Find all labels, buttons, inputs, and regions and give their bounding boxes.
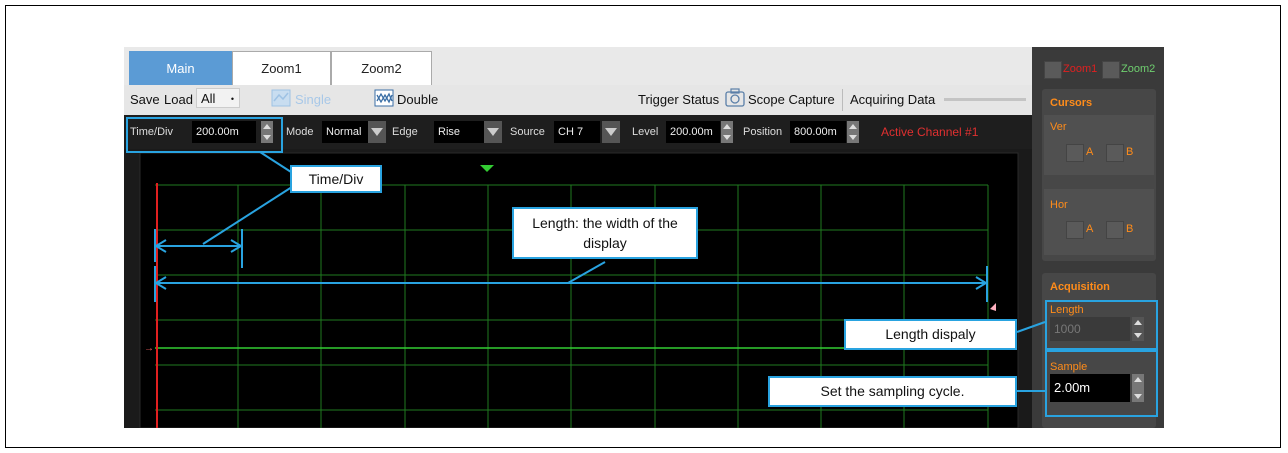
single-button[interactable]: Single bbox=[295, 92, 331, 107]
toolbar: Save Load All • Single Double Trigger St… bbox=[124, 85, 1034, 116]
level-spinner[interactable] bbox=[721, 121, 733, 143]
scope-capture-button[interactable]: Scope Capture bbox=[748, 92, 835, 107]
callout-length-display: Length dispaly bbox=[844, 319, 1017, 350]
acquisition-progress-bar bbox=[944, 98, 1026, 101]
acquiring-data-label: Acquiring Data bbox=[850, 92, 936, 107]
sample-highlight bbox=[1045, 350, 1158, 417]
source-dropdown-icon[interactable] bbox=[602, 121, 620, 143]
level-label: Level bbox=[632, 126, 659, 138]
position-label: Position bbox=[743, 126, 783, 138]
tab-main[interactable]: Main bbox=[129, 51, 232, 85]
ver-label: Ver bbox=[1050, 121, 1067, 133]
ver-b-checkbox[interactable] bbox=[1106, 144, 1124, 162]
tab-bar: Main Zoom1 Zoom2 bbox=[124, 47, 1164, 85]
mode-select[interactable]: Normal bbox=[322, 121, 368, 143]
load-button[interactable]: Load bbox=[164, 92, 193, 107]
single-mode-icon bbox=[271, 89, 291, 110]
mode-label: Mode bbox=[286, 126, 314, 138]
hor-label: Hor bbox=[1050, 199, 1068, 211]
hor-a-checkbox[interactable] bbox=[1066, 221, 1084, 239]
source-select[interactable]: CH 7 bbox=[554, 121, 600, 143]
cursors-group: Cursors Ver A B Hor A B bbox=[1042, 89, 1156, 261]
mode-dropdown-icon[interactable] bbox=[368, 121, 386, 143]
zoom2-checkbox[interactable] bbox=[1102, 61, 1120, 79]
zoom1-checkbox[interactable] bbox=[1044, 61, 1062, 79]
position-spinner[interactable] bbox=[847, 121, 859, 143]
time-div-highlight bbox=[126, 117, 283, 153]
load-select[interactable]: All • bbox=[196, 88, 240, 108]
zoom1-label: Zoom1 bbox=[1063, 63, 1098, 75]
ver-a-label: A bbox=[1086, 146, 1094, 158]
tab-zoom2[interactable]: Zoom2 bbox=[331, 51, 432, 85]
position-input[interactable]: 800.00m bbox=[790, 121, 846, 143]
callout-sample: Set the sampling cycle. bbox=[768, 376, 1017, 407]
callout-time-div: Time/Div bbox=[290, 165, 382, 193]
save-button[interactable]: Save bbox=[130, 92, 160, 107]
active-channel-label: Active Channel #1 bbox=[881, 125, 979, 139]
chevron-down-icon: • bbox=[230, 94, 234, 104]
edge-select[interactable]: Rise bbox=[434, 121, 484, 143]
edge-dropdown-icon[interactable] bbox=[484, 121, 502, 143]
hor-b-label: B bbox=[1126, 223, 1134, 235]
zoom2-label: Zoom2 bbox=[1121, 63, 1156, 75]
double-button[interactable]: Double bbox=[397, 92, 438, 107]
cursors-title: Cursors bbox=[1050, 97, 1093, 109]
hor-a-label: A bbox=[1086, 223, 1094, 235]
source-label: Source bbox=[510, 126, 545, 138]
toolbar-divider bbox=[842, 89, 843, 111]
svg-text:→: → bbox=[144, 343, 154, 354]
double-mode-icon bbox=[374, 89, 394, 110]
ver-cursor-box: Ver A B bbox=[1044, 115, 1154, 175]
load-select-value: All bbox=[201, 91, 216, 106]
hor-b-checkbox[interactable] bbox=[1106, 221, 1124, 239]
trigger-status-label: Trigger Status bbox=[638, 92, 720, 107]
tab-zoom1[interactable]: Zoom1 bbox=[232, 51, 331, 85]
ver-b-label: B bbox=[1126, 146, 1134, 158]
ver-a-checkbox[interactable] bbox=[1066, 144, 1084, 162]
length-highlight bbox=[1045, 300, 1158, 350]
hor-cursor-box: Hor A B bbox=[1044, 189, 1154, 255]
acquisition-title: Acquisition bbox=[1050, 281, 1110, 293]
level-input[interactable]: 200.00m bbox=[666, 121, 720, 143]
edge-label: Edge bbox=[392, 126, 418, 138]
callout-length: Length: the width of the display bbox=[512, 207, 698, 259]
camera-icon bbox=[725, 88, 745, 111]
